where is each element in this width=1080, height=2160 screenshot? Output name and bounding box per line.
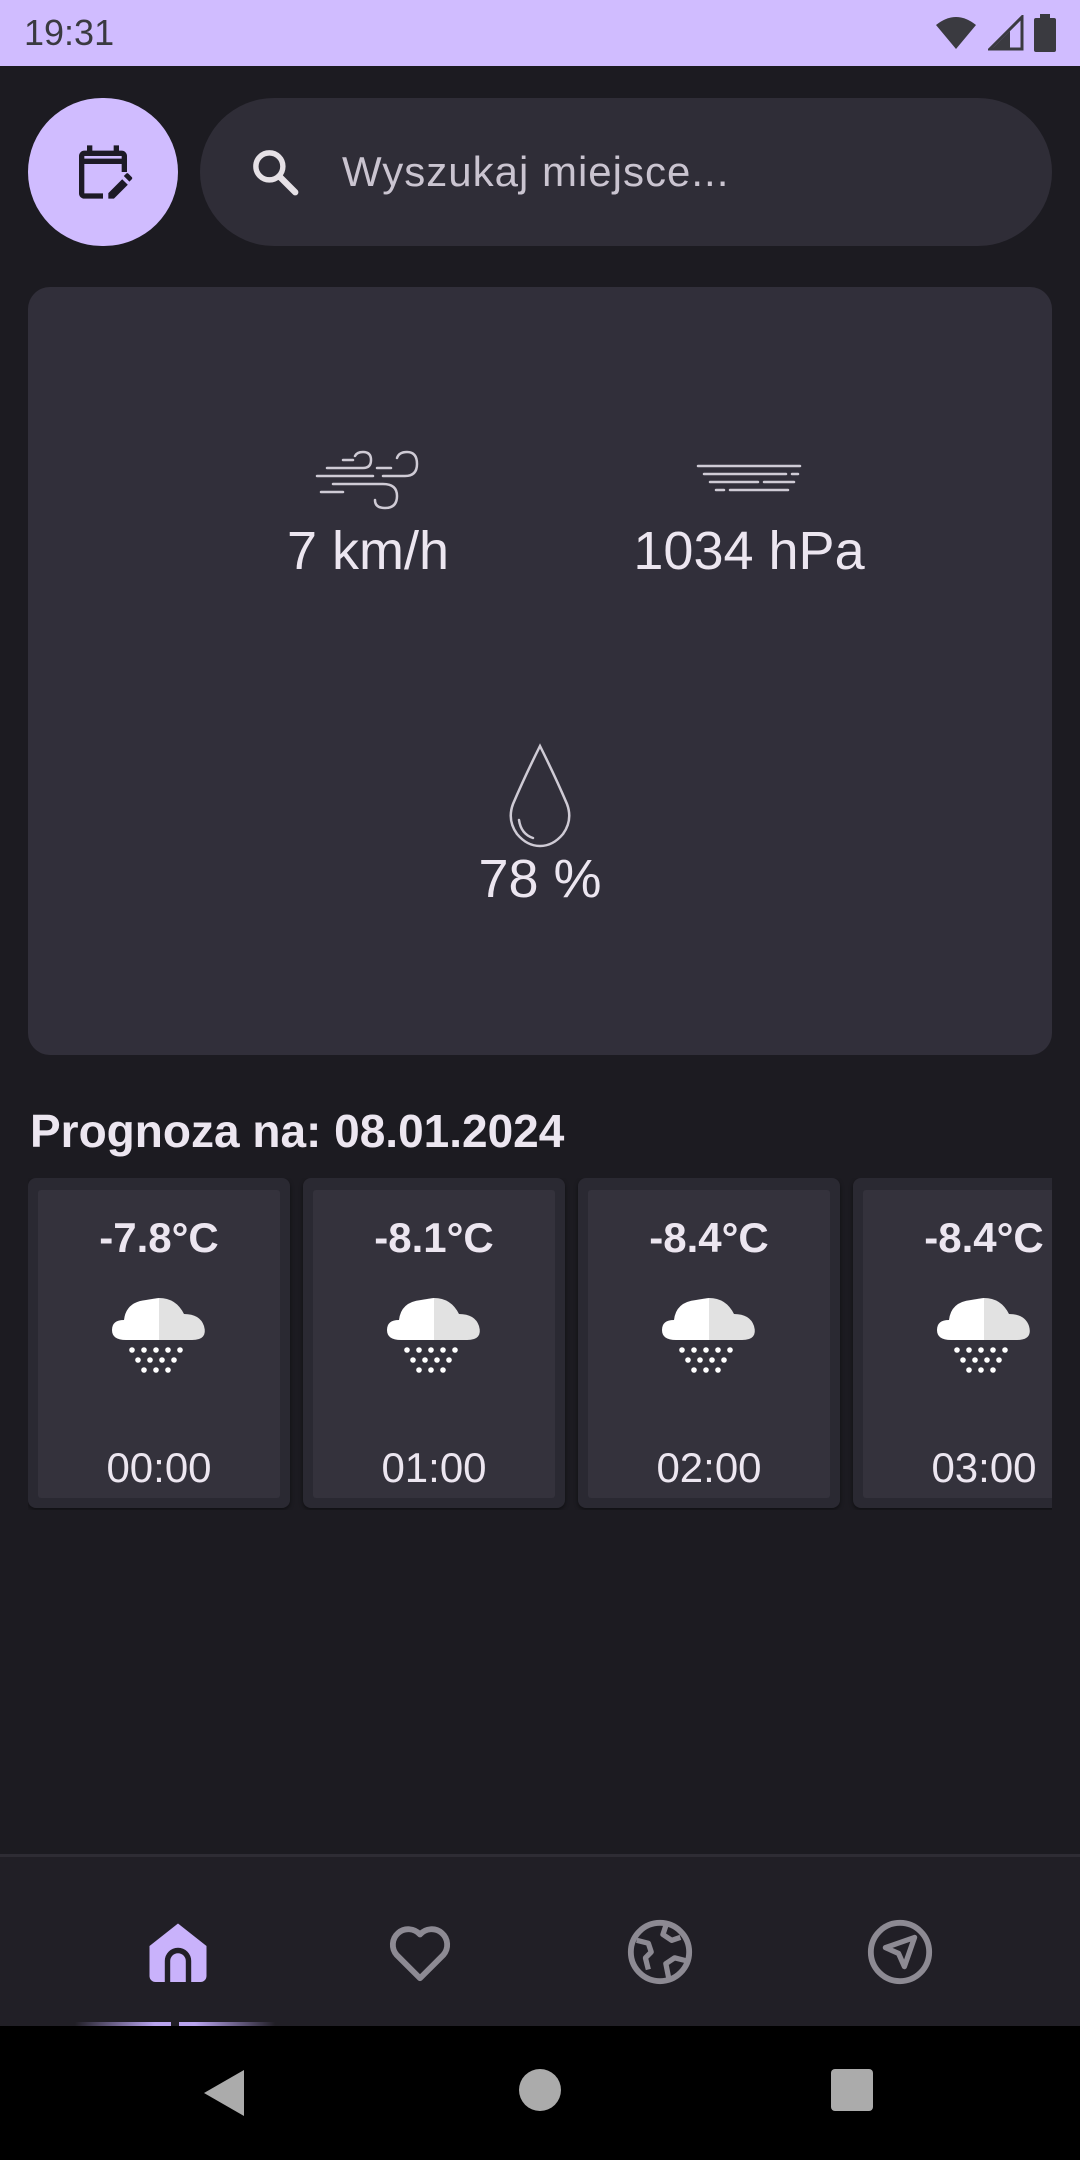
search-bar[interactable] <box>200 98 1052 246</box>
pressure-value: 1034 hPa <box>633 521 865 581</box>
recents-icon[interactable] <box>830 2068 874 2112</box>
humidity-value: 78 % <box>478 849 602 909</box>
hour-temperature: -8.1°C <box>374 1214 494 1261</box>
globe-icon <box>627 1919 693 1985</box>
calendar-edit-icon <box>79 145 133 199</box>
snow-cloud-icon <box>662 1298 755 1373</box>
hourly-forecast-list[interactable]: -7.8°C 00:00 -8.1°C 01:00 -8.4°C 02:00 -… <box>28 1178 1052 1510</box>
hour-card[interactable]: -8.4°C 03:00 <box>853 1178 1052 1508</box>
hour-temperature: -7.8°C <box>99 1214 219 1261</box>
status-icons <box>934 14 1056 52</box>
wind-icon <box>315 450 419 510</box>
heart-icon <box>389 1926 451 1982</box>
home-icon <box>149 1923 207 1982</box>
hour-card[interactable]: -8.4°C 02:00 <box>578 1178 840 1508</box>
wind-metric: 7 km/h <box>188 440 548 582</box>
nav-item-home[interactable] <box>138 1912 218 1992</box>
battery-icon <box>1034 14 1056 52</box>
nav-item-favorites[interactable] <box>380 1912 460 1992</box>
hour-card-body: -8.4°C 02:00 <box>588 1190 830 1498</box>
droplet-icon <box>509 743 571 848</box>
hour-temperature: -8.4°C <box>924 1214 1044 1261</box>
status-bar: 19:31 <box>0 0 1080 66</box>
hour-card-body: -8.1°C 01:00 <box>313 1190 555 1498</box>
cell-signal-icon <box>988 15 1024 51</box>
pressure-icon <box>696 464 802 492</box>
hour-card[interactable]: -8.1°C 01:00 <box>303 1178 565 1508</box>
back-icon[interactable] <box>202 2068 246 2118</box>
calendar-edit-button[interactable] <box>28 98 178 246</box>
search-icon <box>253 150 299 196</box>
navigation-icon <box>867 1919 933 1985</box>
hour-card-body: -7.8°C 00:00 <box>38 1190 280 1498</box>
forecast-title: Prognoza na: 08.01.2024 <box>30 1105 565 1157</box>
system-navigation-bar <box>0 2026 1080 2160</box>
humidity-metric: 78 % <box>360 742 720 910</box>
home-circle-icon[interactable] <box>518 2068 562 2112</box>
hour-time: 01:00 <box>381 1444 487 1491</box>
hour-card-body: -8.4°C 03:00 <box>863 1190 1052 1498</box>
bottom-navigation <box>0 1854 1080 2028</box>
hour-time: 02:00 <box>656 1444 762 1491</box>
pressure-metric: 1034 hPa <box>569 440 929 582</box>
snow-cloud-icon <box>112 1298 205 1373</box>
search-input[interactable] <box>342 148 982 196</box>
wifi-icon <box>936 17 976 49</box>
hour-time: 00:00 <box>106 1444 212 1491</box>
status-time: 19:31 <box>24 12 115 53</box>
snow-cloud-icon <box>937 1298 1030 1373</box>
nav-item-globe[interactable] <box>620 1912 700 1992</box>
weather-details-card: 7 km/h 1034 hPa 78 % <box>28 287 1052 1055</box>
hour-temperature: -8.4°C <box>649 1214 769 1261</box>
hour-card[interactable]: -7.8°C 00:00 <box>28 1178 290 1508</box>
nav-item-navigation[interactable] <box>860 1912 940 1992</box>
hour-time: 03:00 <box>931 1444 1037 1491</box>
wind-speed-value: 7 km/h <box>286 521 450 581</box>
snow-cloud-icon <box>387 1298 480 1373</box>
